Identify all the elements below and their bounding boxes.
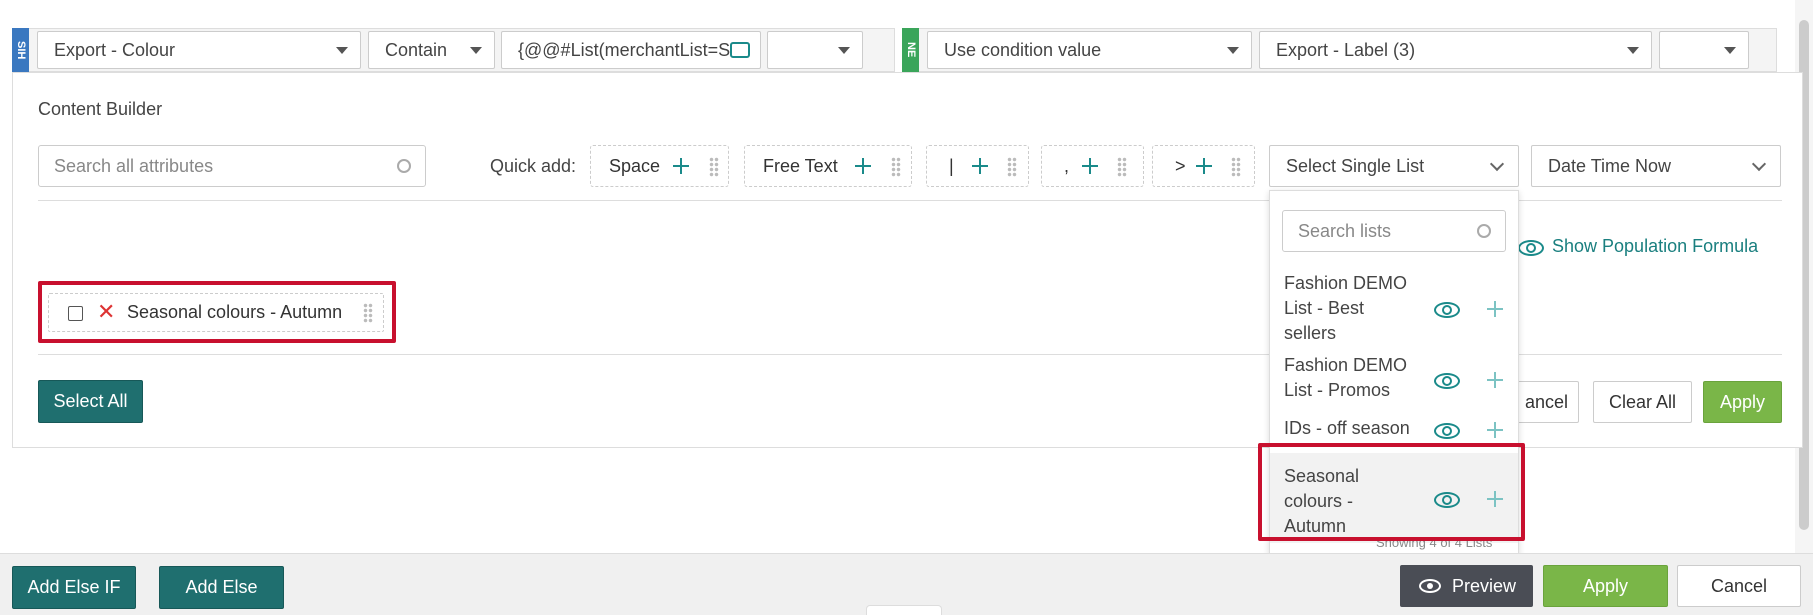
plus-icon[interactable]	[673, 158, 689, 174]
quick-add-greater-label: >	[1175, 156, 1186, 176]
chevron-down-icon	[336, 47, 348, 54]
list-item-line: List - Promos	[1284, 380, 1391, 400]
drag-handle-icon[interactable]	[1117, 157, 1127, 177]
plus-icon[interactable]	[1487, 372, 1503, 388]
action-select-value: Use condition value	[944, 40, 1102, 60]
target-select-value: Export - Label (3)	[1276, 40, 1416, 60]
divider	[38, 354, 1782, 355]
attribute-select-value: Export - Colour	[54, 40, 176, 60]
eye-icon[interactable]	[1434, 302, 1460, 318]
eye-icon	[1518, 240, 1544, 257]
target-select[interactable]: Export - Label (3)	[1259, 31, 1652, 69]
list-item-line: List - Best	[1284, 298, 1365, 318]
drag-handle-icon[interactable]	[1007, 157, 1017, 177]
list-search-input[interactable]: Search lists	[1282, 210, 1506, 252]
quick-add-pipe[interactable]: |	[926, 145, 1029, 187]
list-item[interactable]: Fashion DEMO List - Promos	[1270, 353, 1518, 405]
target-extra-select[interactable]	[1659, 31, 1749, 69]
drag-handle-icon[interactable]	[1231, 157, 1241, 177]
chevron-down-icon	[1627, 47, 1639, 54]
condition-value-field[interactable]: {@@#List(merchantList=S	[501, 31, 761, 69]
quick-add-space[interactable]: Space	[590, 145, 729, 187]
drag-handle-icon[interactable]	[891, 157, 901, 177]
quick-add-label: Quick add:	[490, 156, 577, 176]
plus-icon[interactable]	[1487, 422, 1503, 438]
divider	[38, 200, 1782, 201]
chevron-down-icon	[1227, 47, 1239, 54]
list-item-line: IDs - off season	[1284, 418, 1410, 438]
then-tag: NE	[902, 28, 919, 72]
operator-select[interactable]: Contain	[368, 31, 495, 69]
eye-pupil-icon	[1427, 583, 1433, 589]
collapse-tab[interactable]	[866, 605, 942, 615]
apply-button[interactable]: Apply	[1703, 381, 1782, 423]
content-builder-title: Content Builder	[38, 99, 163, 119]
operator-select-value: Contain	[385, 40, 448, 60]
plus-icon[interactable]	[1196, 158, 1212, 174]
list-item-line: Fashion DEMO	[1284, 273, 1408, 293]
cancel-button-label: ancel	[1524, 392, 1568, 412]
attribute-search-input[interactable]: Search all attributes	[38, 145, 426, 187]
quick-add-free-text[interactable]: Free Text	[744, 145, 912, 187]
list-item[interactable]: Fashion DEMO List - Best sellers	[1270, 271, 1518, 346]
show-population-formula-link[interactable]: Show Population Formula	[1518, 236, 1758, 257]
list-search-placeholder: Search lists	[1298, 221, 1392, 241]
condition-extra-select[interactable]	[767, 31, 863, 69]
chevron-down-icon	[1751, 156, 1767, 172]
quick-add-free-text-label: Free Text	[763, 156, 838, 176]
list-item-line: Fashion DEMO	[1284, 355, 1408, 375]
search-icon	[397, 159, 411, 173]
plus-icon[interactable]	[972, 158, 988, 174]
list-item-highlight	[1258, 443, 1525, 541]
add-else-button[interactable]: Add Else	[159, 566, 284, 609]
preview-label: Preview	[1452, 576, 1517, 596]
footer-cancel-button[interactable]: Cancel	[1677, 565, 1801, 607]
attribute-select[interactable]: Export - Colour	[37, 31, 361, 69]
quick-add-greater[interactable]: >	[1152, 145, 1255, 187]
show-formula-label: Show Population Formula	[1552, 236, 1759, 256]
drag-handle-icon[interactable]	[709, 157, 719, 177]
select-all-button[interactable]: Select All	[38, 380, 143, 423]
expand-icon[interactable]	[730, 42, 750, 58]
quick-add-comma[interactable]: ,	[1041, 145, 1144, 187]
add-else-if-button[interactable]: Add Else IF	[12, 566, 136, 609]
select-single-list-dropdown[interactable]: Select Single List	[1269, 145, 1519, 187]
eye-icon[interactable]	[1434, 423, 1460, 439]
date-time-dropdown[interactable]: Date Time Now	[1531, 145, 1781, 187]
list-item[interactable]: IDs - off season	[1270, 416, 1518, 444]
list-item-line: sellers	[1284, 323, 1337, 343]
clear-all-button[interactable]: Clear All	[1593, 381, 1692, 423]
condition-value-text: {@@#List(merchantList=S	[518, 40, 731, 60]
preview-button[interactable]: Preview	[1400, 565, 1533, 607]
quick-add-comma-label: ,	[1064, 156, 1070, 176]
chip-highlight	[38, 281, 396, 343]
if-tag: SIH	[12, 28, 29, 72]
quick-add-pipe-label: |	[949, 156, 954, 176]
attribute-search-placeholder: Search all attributes	[54, 156, 214, 176]
eye-icon[interactable]	[1434, 373, 1460, 389]
chevron-down-icon	[470, 47, 482, 54]
plus-icon[interactable]	[855, 158, 871, 174]
chevron-down-icon	[1489, 156, 1505, 172]
footer-apply-button[interactable]: Apply	[1543, 565, 1668, 607]
plus-icon[interactable]	[1487, 301, 1503, 317]
quick-add-space-label: Space	[609, 156, 661, 176]
select-single-list-label: Select Single List	[1286, 156, 1425, 176]
search-icon	[1477, 224, 1491, 238]
plus-icon[interactable]	[1082, 158, 1098, 174]
action-select[interactable]: Use condition value	[927, 31, 1252, 69]
chevron-down-icon	[1724, 47, 1736, 54]
chevron-down-icon	[838, 47, 850, 54]
date-time-label: Date Time Now	[1548, 156, 1672, 176]
